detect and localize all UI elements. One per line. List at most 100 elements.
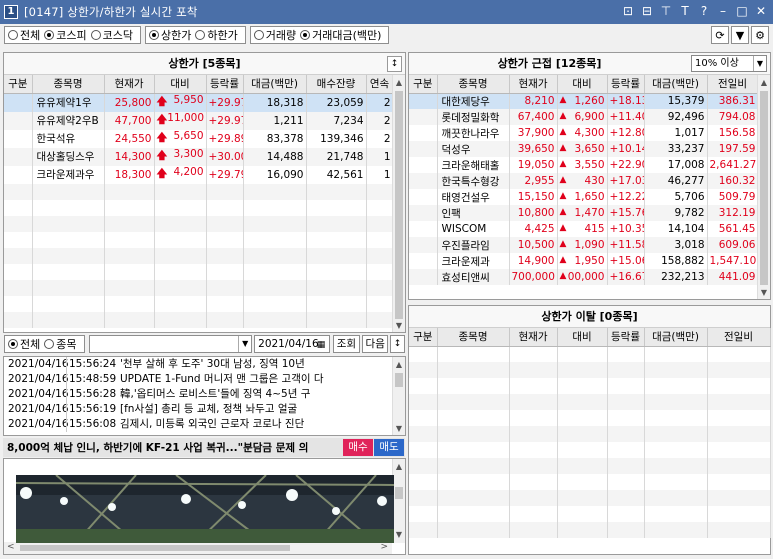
trade-amount: 83,378 <box>243 129 307 148</box>
article-hscrollbar[interactable]: < > <box>4 542 392 554</box>
market-radio-1[interactable]: 코스피 <box>44 27 87 43</box>
stock-search-input[interactable]: ▼ <box>88 335 253 353</box>
column-header[interactable]: 구분 <box>4 75 33 94</box>
change-rate: +30.00 <box>206 147 244 166</box>
empty-cell <box>509 362 558 378</box>
sell-button[interactable]: 매도 <box>374 439 404 456</box>
news-filter-radio-label: 전체 <box>20 338 41 351</box>
news-item[interactable]: 2021/04/16 15:56:28 韓,'옵티머스 로비스트'들에 징역 4~5… <box>4 387 405 402</box>
maximize-icon[interactable]: □ <box>736 4 748 18</box>
table-row[interactable]: 대상홀딩스우14,300🡅 3,300+30.0014,48821,7481 <box>4 147 394 166</box>
empty-cell <box>607 346 645 362</box>
empty-cell <box>409 458 438 474</box>
column-header[interactable]: 등락률 <box>206 75 244 94</box>
next-button[interactable]: 다음 <box>362 335 389 353</box>
news-date-input[interactable]: 2021/04/16 ▦ <box>254 335 330 353</box>
query-button[interactable]: 조회 <box>332 335 361 353</box>
table-row[interactable]: 효성티앤씨700,000▲00,000+16.67232,213441.09 <box>409 269 759 285</box>
limit-radio-1[interactable]: 하한가 <box>195 27 238 43</box>
column-header[interactable]: 대금(백만) <box>644 75 708 94</box>
column-header[interactable]: 등락률 <box>607 75 645 94</box>
table-row[interactable]: 한국특수형강2,955▲ 430+17.0346,277160.32 <box>409 173 759 189</box>
table-row[interactable]: 한국석유24,550🡅 5,650+29.8983,378139,3462 <box>4 129 394 148</box>
column-header[interactable]: 대금(백만) <box>644 328 708 347</box>
column-header[interactable]: 대금(백만) <box>243 75 307 94</box>
column-header[interactable]: 구분 <box>409 75 438 94</box>
empty-cell <box>32 199 105 216</box>
empty-cell <box>409 474 438 490</box>
news-filter-radio-0[interactable]: 전체 <box>8 336 40 352</box>
table-row[interactable]: 유유제약1우25,800🡅 5,950+29.9718,31823,0592 <box>4 93 394 112</box>
change-rate: +11.58 <box>607 237 645 253</box>
table-row[interactable]: 인팩10,800▲ 1,470+15.769,782312.19 <box>409 205 759 221</box>
table-row[interactable]: 유유제약2우B47,700🡅11,000+29.971,2117,2342 <box>4 111 394 130</box>
column-header[interactable]: 구분 <box>409 328 438 347</box>
settings-icon[interactable]: ⚙ <box>751 26 769 44</box>
sort-radio-1[interactable]: 거래대금(백만) <box>300 27 381 43</box>
buy-button[interactable]: 매수 <box>343 439 373 456</box>
close-icon[interactable]: ✕ <box>755 4 767 18</box>
column-header[interactable]: 현재가 <box>104 75 155 94</box>
window-restore-icon[interactable]: ⊡ <box>622 4 634 18</box>
minimize-icon[interactable]: – <box>717 4 729 18</box>
news-item[interactable]: 2021/04/16 15:56:08 김제시, 미등록 외국인 근로자 코로나 진… <box>4 417 405 432</box>
news-filter-radio-1[interactable]: 종목 <box>44 336 77 352</box>
dropdown-icon[interactable]: ▼ <box>731 26 749 44</box>
table-row[interactable]: 크라운해태홀19,050▲ 3,550+22.9017,0082,641.27 <box>409 157 759 173</box>
layout-icon[interactable]: ⊟ <box>641 4 653 18</box>
column-header[interactable]: 현재가 <box>509 75 558 94</box>
news-scrollbar[interactable]: ▲ ▼ <box>392 357 405 435</box>
table-row[interactable]: 롯데정밀화학67,400▲ 6,900+11.4092,496794.08 <box>409 109 759 125</box>
column-header[interactable]: 매수잔량 <box>306 75 367 94</box>
column-header[interactable]: 전일비 <box>707 328 771 347</box>
selected-headline-text: 8,000억 체납 인니, 하반기에 KF-21 사업 복귀..."분담금 문제… <box>7 442 309 454</box>
column-header[interactable]: 대비 <box>557 75 608 94</box>
empty-cell <box>557 394 608 410</box>
text-icon[interactable]: T <box>679 4 691 18</box>
near-limit-filter-select[interactable]: 10% 이상 ▼ <box>691 55 767 72</box>
row-gubun <box>4 129 33 148</box>
upper-limit-title: 상한가 [5종목] <box>4 53 405 75</box>
market-radio-2[interactable]: 코스닥 <box>90 27 133 43</box>
table-row[interactable]: 크라운제과우18,300🡅 4,200+29.7916,09042,5611 <box>4 165 394 184</box>
table-row[interactable]: 크라운제과14,900▲ 1,950+15.06158,8821,547.10 <box>409 253 759 269</box>
news-item[interactable]: 2021/04/16 15:56:24 '천부 살해 후 도주' 30대 남성, 징… <box>4 357 405 372</box>
column-header[interactable]: 종목명 <box>32 75 105 94</box>
table-row[interactable]: 덕성우39,650▲ 3,650+10.1433,237197.59 <box>409 141 759 157</box>
table-row[interactable]: 우진플라임10,500▲ 1,090+11.583,018609.06 <box>409 237 759 253</box>
upper-limit-scrollbar[interactable]: ▲ ▼ <box>392 75 405 332</box>
empty-row <box>409 442 771 458</box>
news-item[interactable]: 2021/04/16 15:56:19 [fn사설] 총리 등 교체, 정책 놔두고… <box>4 402 405 417</box>
news-item[interactable]: 2021/04/16 15:48:59 UPDATE 1-Fund 머니저 맨 그룹… <box>4 372 405 387</box>
table-row[interactable]: 깨끗한나라우37,900▲ 4,300+12.801,017156.58 <box>409 125 759 141</box>
empty-row <box>4 295 394 312</box>
calendar-icon[interactable]: ▦ <box>315 337 328 351</box>
table-row[interactable]: 태영건설우15,150▲ 1,650+12.225,706509.79 <box>409 189 759 205</box>
refresh-icon[interactable]: ⟳ <box>711 26 729 44</box>
market-radio-0[interactable]: 전체 <box>8 27 40 43</box>
column-header[interactable]: 대비 <box>154 75 207 94</box>
column-header[interactable]: 전일비 <box>707 75 759 94</box>
help-icon[interactable]: ? <box>698 4 710 18</box>
table-row[interactable]: WISCOM4,425▲ 415+10.3514,104561.45 <box>409 221 759 237</box>
column-header[interactable]: 등락률 <box>607 328 645 347</box>
change-value: 4,300 <box>574 127 605 139</box>
column-header[interactable]: 종목명 <box>437 328 510 347</box>
empty-cell <box>154 231 207 248</box>
empty-cell <box>707 442 771 458</box>
chevron-down-icon[interactable]: ▼ <box>238 336 251 352</box>
column-header[interactable]: 현재가 <box>509 328 558 347</box>
column-header[interactable]: 연속 <box>366 75 394 94</box>
pin-icon[interactable]: ⊤ <box>660 4 672 18</box>
column-header[interactable]: 종목명 <box>437 75 510 94</box>
empty-cell <box>243 183 307 200</box>
limit-radio-0[interactable]: 상한가 <box>149 27 191 43</box>
current-price: 14,300 <box>104 147 155 166</box>
news-toggle-button[interactable]: ↕ <box>390 335 405 353</box>
column-header[interactable]: 대비 <box>557 328 608 347</box>
sort-radio-0[interactable]: 거래량 <box>253 27 296 43</box>
empty-cell <box>409 410 438 426</box>
table-row[interactable]: 대한제당우8,210▲ 1,260+18.1315,379386.31 <box>409 93 759 109</box>
near-limit-scrollbar[interactable]: ▲ ▼ <box>757 75 770 299</box>
upper-limit-toggle-button[interactable]: ↕ <box>387 56 402 72</box>
